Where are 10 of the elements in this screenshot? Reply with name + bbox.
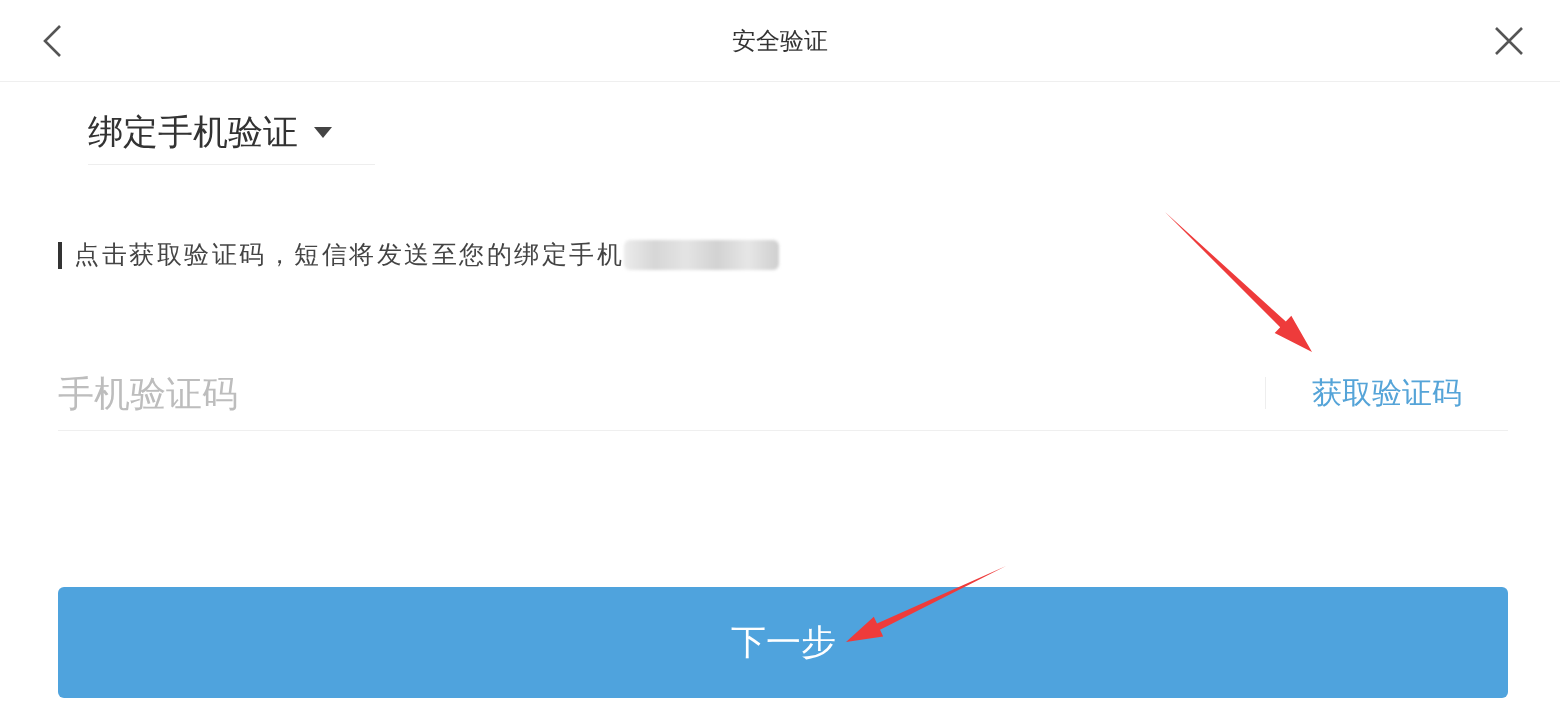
next-button[interactable]: 下一步 [58,587,1508,698]
back-icon [42,24,62,57]
page-title: 安全验证 [732,25,828,56]
close-icon [1495,26,1523,55]
caret-down-icon [314,126,332,138]
verify-method-dropdown[interactable]: 绑定手机验证 [88,104,375,165]
code-input[interactable]: 手机验证码 [58,368,1265,418]
get-code-link[interactable]: 获取验证码 [1312,373,1462,413]
close-button[interactable] [1493,24,1525,57]
hint-text: 点击获取验证码，短信将发送至您的绑定手机 [74,240,624,270]
